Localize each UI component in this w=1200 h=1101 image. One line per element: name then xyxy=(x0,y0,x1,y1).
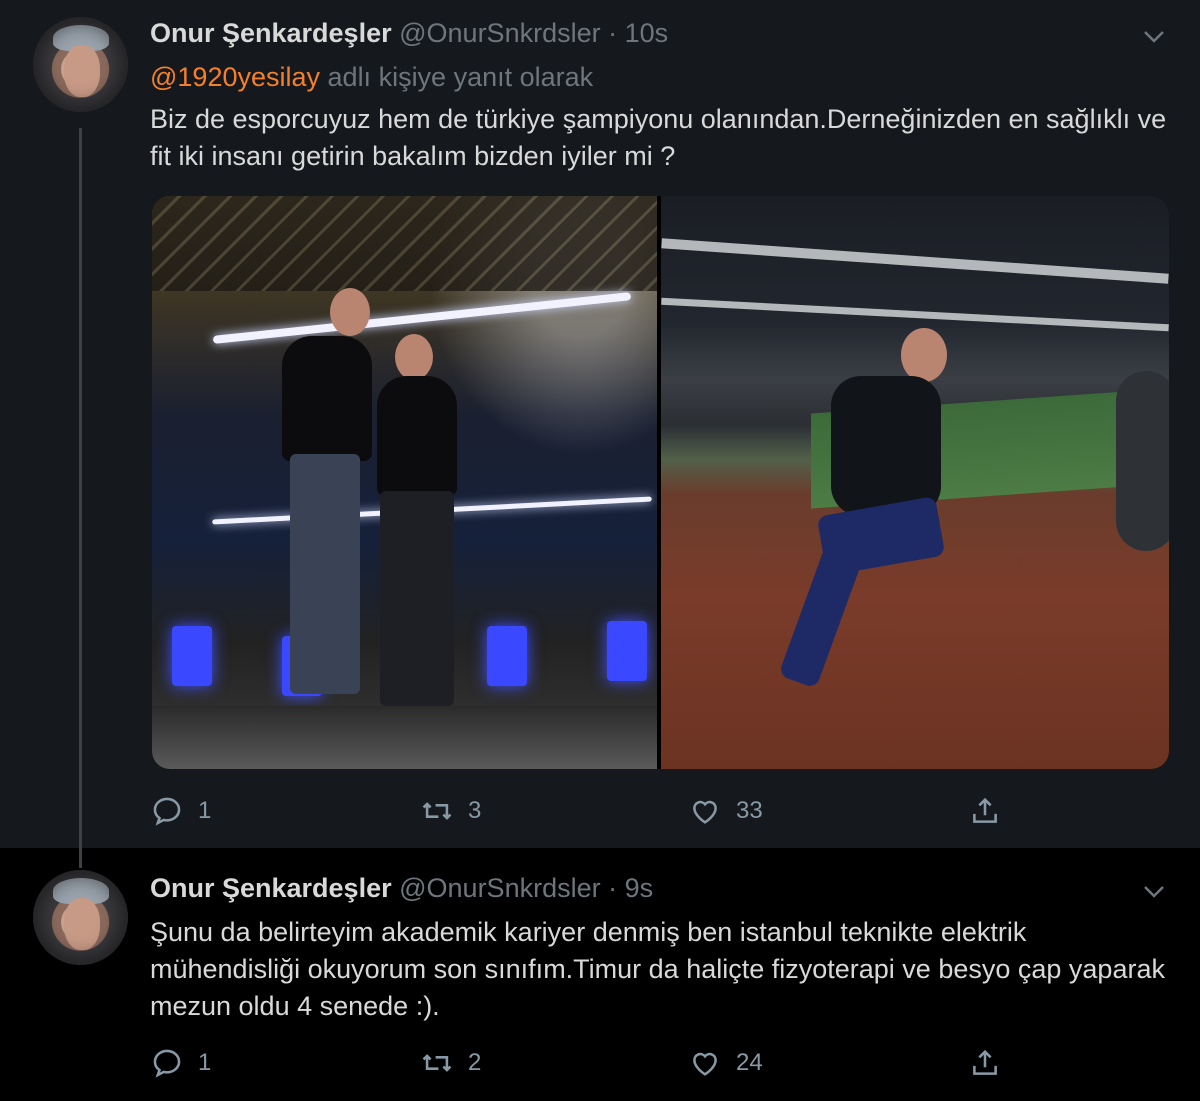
retweet-count: 3 xyxy=(468,797,482,824)
tweet-text: Biz de esporcuyuz hem de türkiye şampiyo… xyxy=(150,104,1167,171)
like-button[interactable]: 24 xyxy=(688,1043,763,1083)
tweet[interactable]: Onur Şenkardeşler @OnurSnkrdsler · 10s @… xyxy=(0,0,1200,848)
thread-line xyxy=(79,848,82,868)
like-button[interactable]: 33 xyxy=(688,791,763,831)
like-count: 33 xyxy=(736,797,763,824)
reply-button[interactable]: 1 xyxy=(150,1043,211,1083)
photo-trophy-stage[interactable] xyxy=(152,196,657,769)
timestamp[interactable]: 9s xyxy=(625,873,654,903)
reply-count: 1 xyxy=(198,797,212,824)
tweet-actions: 1 3 33 xyxy=(150,791,1050,831)
share-button[interactable] xyxy=(968,791,1002,831)
avatar[interactable] xyxy=(33,870,128,965)
like-icon xyxy=(693,800,717,824)
chevron-down-icon[interactable] xyxy=(1143,30,1165,44)
avatar[interactable] xyxy=(33,17,128,112)
retweet-count: 2 xyxy=(468,1049,482,1076)
reply-label: adlı kişiye yanıt olarak xyxy=(327,62,594,92)
thread-line xyxy=(79,128,82,848)
author-name[interactable]: Onur Şenkardeşler xyxy=(150,873,392,903)
tweet-actions: 1 2 24 xyxy=(150,1043,1050,1083)
like-count: 24 xyxy=(736,1049,763,1076)
tweet-header: Onur Şenkardeşler @OnurSnkrdsler · 10s xyxy=(150,18,668,49)
photo-running-track[interactable] xyxy=(661,196,1169,769)
timestamp[interactable]: 10s xyxy=(625,18,669,48)
separator-dot: · xyxy=(608,18,618,48)
tweet[interactable]: Onur Şenkardeşler @OnurSnkrdsler · 9s Şu… xyxy=(0,848,1200,1101)
reply-button[interactable]: 1 xyxy=(150,791,211,831)
media-grid xyxy=(152,196,1169,769)
retweet-icon xyxy=(422,1054,452,1072)
retweet-button[interactable]: 3 xyxy=(420,791,481,831)
retweet-button[interactable]: 2 xyxy=(420,1043,481,1083)
retweet-icon xyxy=(422,802,452,820)
share-button[interactable] xyxy=(968,1043,1002,1083)
author-name[interactable]: Onur Şenkardeşler xyxy=(150,18,392,48)
reply-icon xyxy=(153,797,181,826)
like-icon xyxy=(693,1052,717,1076)
share-icon xyxy=(973,797,997,823)
reply-context: @1920yesilay adlı kişiye yanıt olarak xyxy=(150,62,593,93)
share-icon xyxy=(973,1049,997,1075)
separator-dot: · xyxy=(608,873,618,903)
tweet-text: Şunu da belirteyim akademik kariyer denm… xyxy=(150,917,1165,1021)
reply-mention-link[interactable]: @1920yesilay xyxy=(150,62,320,92)
author-handle[interactable]: @OnurSnkrdsler xyxy=(399,873,600,903)
author-handle[interactable]: @OnurSnkrdsler xyxy=(399,18,600,48)
reply-count: 1 xyxy=(198,1049,212,1076)
reply-icon xyxy=(153,1049,181,1078)
chevron-down-icon[interactable] xyxy=(1143,885,1165,899)
tweet-header: Onur Şenkardeşler @OnurSnkrdsler · 9s xyxy=(150,873,653,904)
